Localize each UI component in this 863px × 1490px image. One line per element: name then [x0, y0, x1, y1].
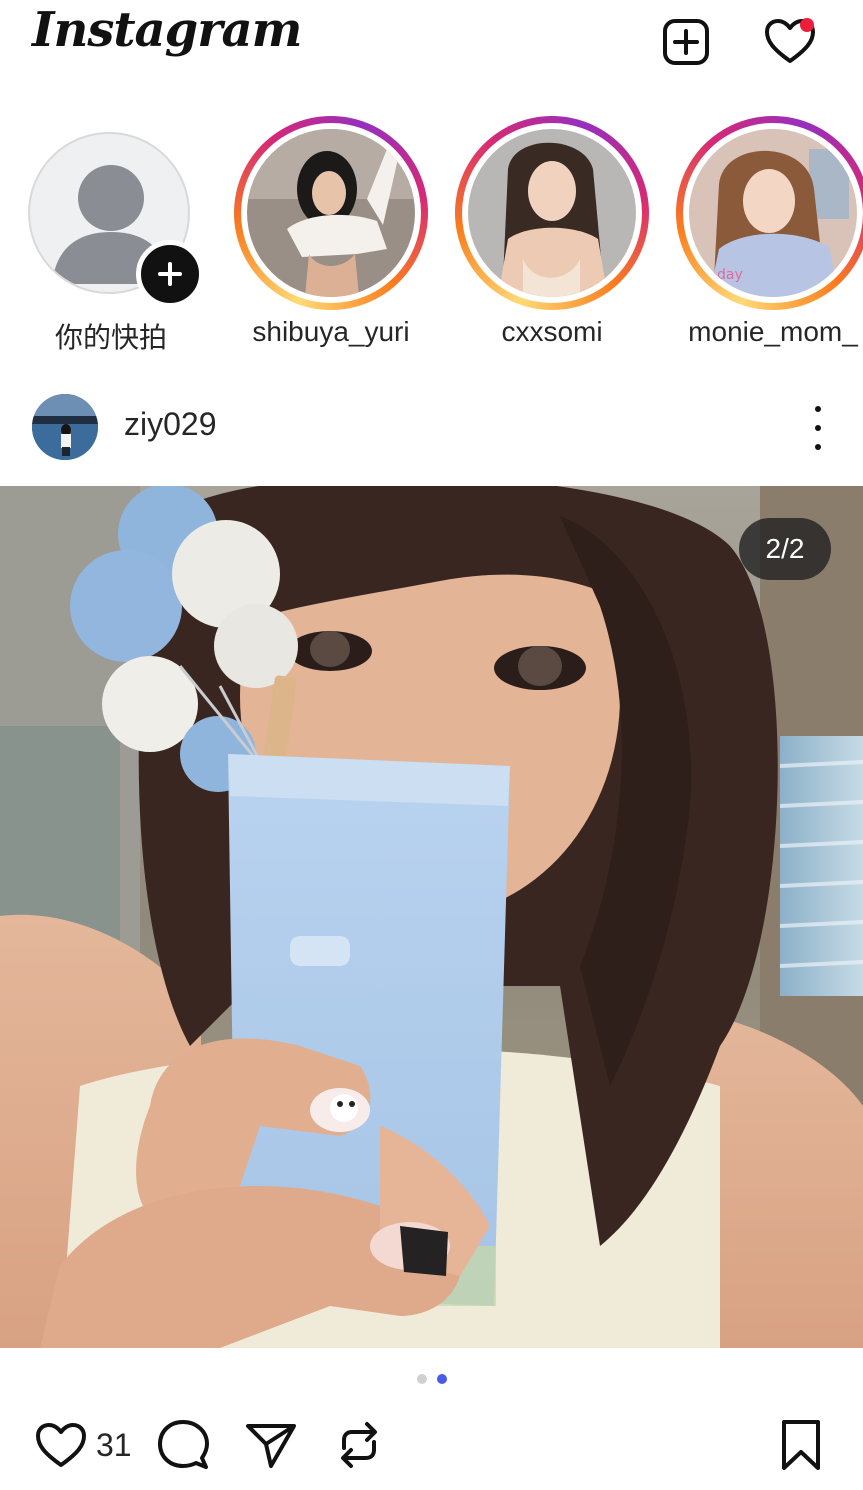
carousel-dot-active [436, 1374, 447, 1384]
new-post-button[interactable] [658, 14, 714, 70]
carousel-dot [416, 1374, 427, 1384]
repost-icon [341, 1422, 377, 1468]
story-ring: day [676, 116, 863, 310]
heart-outline-icon [36, 1423, 86, 1467]
story-label: 你的快拍 [54, 322, 167, 353]
story-ring [234, 116, 428, 310]
image-counter: 2/2 [739, 518, 831, 580]
story-avatar [247, 129, 415, 297]
top-bar: Instagram [0, 0, 863, 95]
like-count[interactable]: 31 [96, 1427, 132, 1464]
more-options-button[interactable] [803, 406, 833, 450]
carousel-indicator [0, 1374, 863, 1390]
bookmark-icon [782, 1420, 820, 1470]
save-button[interactable] [776, 1410, 826, 1480]
more-dot [815, 444, 821, 450]
repost-button[interactable] [332, 1410, 386, 1480]
post-username[interactable]: ziy029 [124, 406, 217, 443]
post-image[interactable]: 2/2 [0, 486, 863, 1348]
more-dot [815, 406, 821, 412]
story-avatar: day [689, 129, 857, 297]
story-ring [455, 116, 649, 310]
post-author-avatar[interactable] [32, 394, 98, 460]
story-monie-mom[interactable]: day monie_mom_ [660, 112, 863, 362]
notification-dot [800, 18, 814, 32]
story-shibuya-yuri[interactable]: shibuya_yuri [218, 112, 438, 362]
like-button[interactable]: 31 [34, 1410, 132, 1480]
story-label: cxxsomi [501, 316, 603, 347]
story-cxxsomi[interactable]: cxxsomi [439, 112, 659, 362]
plus-square-icon [663, 19, 709, 65]
story-own[interactable]: 你的快拍 [0, 112, 220, 362]
comment-bubble-icon [158, 1420, 209, 1469]
more-dot [815, 425, 821, 431]
comment-button[interactable] [156, 1410, 210, 1480]
notifications-button[interactable] [762, 14, 818, 70]
svg-text:day: day [717, 267, 743, 283]
post-actions: 31 [0, 1410, 863, 1480]
send-icon [246, 1424, 296, 1468]
instagram-logo[interactable]: Instagram [32, 2, 302, 58]
share-button[interactable] [244, 1410, 298, 1480]
story-label: monie_mom_ [688, 316, 858, 347]
add-story-button[interactable] [136, 240, 204, 308]
stories-tray: 你的快拍 shibuya_yuri cxxsomi day monie_mom_ [0, 112, 863, 362]
plus-icon [158, 262, 182, 286]
story-label: shibuya_yuri [252, 316, 410, 347]
post-photo [0, 486, 863, 1348]
story-avatar [468, 129, 636, 297]
post-header: ziy029 [0, 380, 863, 480]
